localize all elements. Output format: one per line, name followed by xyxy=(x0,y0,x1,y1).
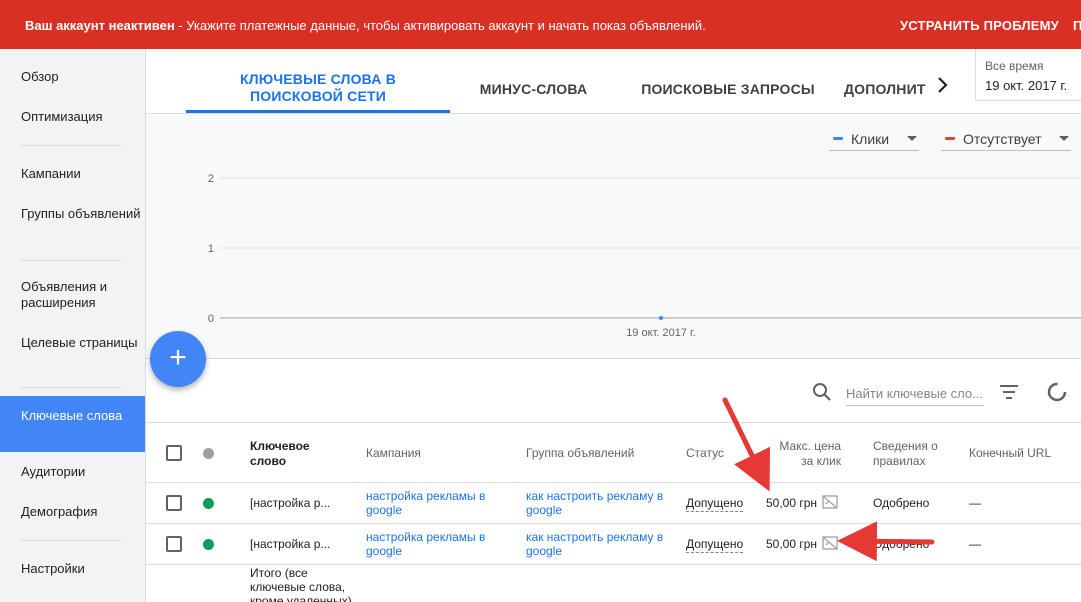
sidebar-item-audiences[interactable]: Аудитории xyxy=(0,464,145,480)
fix-problem-button[interactable]: УСТРАНИТЬ ПРОБЛЕМУ xyxy=(900,18,1059,33)
tabs-bar: КЛЮЧЕВЫЕ СЛОВА В ПОИСКОВОЙ СЕТИ МИНУС-СЛ… xyxy=(146,49,1081,114)
status-cell[interactable]: Допущено xyxy=(686,496,744,512)
sidebar-divider xyxy=(21,387,121,388)
sidebar-item-settings[interactable]: Настройки xyxy=(0,561,145,577)
add-keyword-button[interactable]: + xyxy=(150,331,206,387)
ad-group-link[interactable]: как настроить рекламу в google xyxy=(526,530,676,558)
header-campaign[interactable]: Кампания xyxy=(366,446,421,461)
loading-spinner-icon[interactable] xyxy=(1046,381,1068,403)
y-tick-label: 2 xyxy=(208,173,214,185)
sidebar-item-keywords[interactable]: Ключевые слова xyxy=(0,396,145,452)
final-url-cell: — xyxy=(969,537,981,551)
header-max-cpc[interactable]: Макс. цена за клик xyxy=(766,439,841,469)
sidebar-nav: Обзор Оптимизация Кампании Группы объявл… xyxy=(0,49,146,602)
max-cpc-cell[interactable]: 50,00 грн xyxy=(766,537,817,551)
header-final-url[interactable]: Конечный URL xyxy=(969,446,1051,461)
status-text: Допущено xyxy=(686,496,744,512)
status-dot xyxy=(203,498,214,509)
sidebar-item-landing-pages[interactable]: Целевые страницы xyxy=(0,335,145,351)
sidebar-item-campaigns[interactable]: Кампании xyxy=(0,166,145,182)
header-policy[interactable]: Сведения о правилах xyxy=(873,439,948,469)
policy-cell: Одобрено xyxy=(873,496,930,510)
table-row: [настройка р... настройка рекламы в goog… xyxy=(146,524,1081,565)
search-icon[interactable] xyxy=(812,382,832,402)
status-text: Допущено xyxy=(686,537,744,553)
tab-negative-keywords[interactable]: МИНУС-СЛОВА xyxy=(466,81,601,98)
keyword-cell[interactable]: [настройка р... xyxy=(250,496,330,510)
ad-group-link[interactable]: как настроить рекламу в google xyxy=(526,489,676,517)
y-tick-label: 0 xyxy=(208,313,214,325)
row-checkbox[interactable] xyxy=(166,495,182,511)
sidebar-item-optimization[interactable]: Оптимизация xyxy=(0,109,145,125)
banner-title: Ваш аккаунт неактивен xyxy=(25,18,175,33)
tab-additional[interactable]: ДОПОЛНИТ xyxy=(844,81,929,98)
policy-cell: Одобрено xyxy=(873,537,930,551)
header-status[interactable]: Статус xyxy=(686,446,724,461)
sidebar-item-ad-groups[interactable]: Группы объявлений xyxy=(0,206,145,222)
data-point[interactable] xyxy=(659,316,663,320)
chart-svg: 2 1 0 19 окт. 2017 г. xyxy=(208,173,1081,339)
bid-strategy-icon[interactable] xyxy=(822,536,838,550)
final-url-cell: — xyxy=(969,496,981,510)
table-header: Ключевое слово Кампания Группа объявлени… xyxy=(146,422,1081,483)
x-tick-label: 19 окт. 2017 г. xyxy=(626,327,696,339)
performance-chart: Клики Отсутствует 2 1 0 19 окт. 2017 г. xyxy=(146,115,1081,359)
sidebar-item-ads-extensions[interactable]: Объявления и расширения xyxy=(0,279,145,311)
campaign-link[interactable]: настройка рекламы в google xyxy=(366,530,501,558)
status-dot xyxy=(203,539,214,550)
table-row: [настройка р... настройка рекламы в goog… xyxy=(146,483,1081,524)
sidebar-item-demographics[interactable]: Демография xyxy=(0,504,145,520)
banner-more-button[interactable]: П xyxy=(1073,18,1081,33)
total-row: Итого (все ключевые слова, кроме удаленн… xyxy=(146,564,1081,602)
date-range-value: 19 окт. 2017 г. xyxy=(985,78,1068,93)
filter-icon[interactable] xyxy=(999,384,1019,400)
banner-message: Ваш аккаунт неактивен - Укажите платежны… xyxy=(25,18,706,33)
tab-search-keywords[interactable]: КЛЮЧЕВЫЕ СЛОВА В ПОИСКОВОЙ СЕТИ xyxy=(228,71,408,105)
status-cell[interactable]: Допущено xyxy=(686,537,744,553)
sidebar-item-overview[interactable]: Обзор xyxy=(0,69,145,85)
account-inactive-banner: Ваш аккаунт неактивен - Укажите платежны… xyxy=(0,0,1081,49)
keyword-cell[interactable]: [настройка р... xyxy=(250,537,330,551)
banner-text: - Укажите платежные данные, чтобы активи… xyxy=(174,18,706,33)
sidebar-divider xyxy=(21,260,121,261)
active-tab-indicator xyxy=(186,110,450,113)
y-tick-label: 1 xyxy=(208,243,214,255)
sidebar-divider xyxy=(21,540,121,541)
bid-strategy-icon[interactable] xyxy=(822,495,838,509)
tab-search-terms[interactable]: ПОИСКОВЫЕ ЗАПРОСЫ xyxy=(638,81,818,98)
select-all-checkbox[interactable] xyxy=(166,445,182,461)
campaign-link[interactable]: настройка рекламы в google xyxy=(366,489,501,517)
total-label: Итого (все ключевые слова, кроме удаленн… xyxy=(250,566,352,602)
status-header-dot xyxy=(203,448,214,459)
header-ad-group[interactable]: Группа объявлений xyxy=(526,446,634,461)
date-range-label: Все время xyxy=(985,59,1044,73)
header-keyword[interactable]: Ключевое слово xyxy=(250,439,320,469)
keyword-search-input[interactable] xyxy=(846,382,984,406)
chevron-right-icon[interactable] xyxy=(936,77,950,93)
max-cpc-cell[interactable]: 50,00 грн xyxy=(766,496,817,510)
row-checkbox[interactable] xyxy=(166,536,182,552)
date-range-picker[interactable]: Все время 19 окт. 2017 г. xyxy=(975,49,1081,101)
sidebar-divider xyxy=(21,145,121,146)
